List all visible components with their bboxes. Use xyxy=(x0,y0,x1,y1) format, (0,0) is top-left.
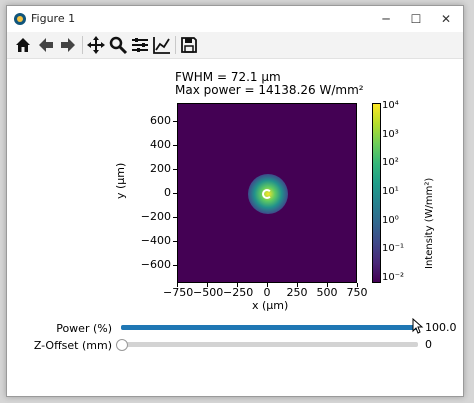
y-tick-mark xyxy=(173,217,177,218)
colorbar-tick-label: 10⁻¹ xyxy=(382,243,405,255)
x-tick-mark xyxy=(237,283,238,287)
x-tick-mark xyxy=(357,283,358,287)
close-button[interactable]: ✕ xyxy=(431,6,461,32)
power-slider[interactable] xyxy=(121,325,418,330)
window-title: Figure 1 xyxy=(31,12,76,25)
x-tick-label: 0 xyxy=(263,286,271,299)
y-tick-mark xyxy=(173,241,177,242)
zoffset-slider-label: Z-Offset (mm) xyxy=(33,339,112,352)
colorbar-tick-label: 10⁻² xyxy=(382,272,405,283)
y-tick-mark xyxy=(173,265,177,266)
x-tick-mark xyxy=(297,283,298,287)
zoom-icon[interactable] xyxy=(108,35,128,55)
power-slider-value: 100.0 xyxy=(425,321,457,334)
y-tick-label: 0 xyxy=(164,186,171,199)
y-tick-mark xyxy=(173,169,177,170)
mouse-cursor-icon xyxy=(412,318,424,334)
colorbar-tick-label: 10² xyxy=(382,157,399,169)
y-tick-label: 200 xyxy=(150,162,171,175)
beam-center-ring xyxy=(262,189,272,199)
x-tick-label: −750 xyxy=(163,286,194,299)
configure-subplots-icon[interactable] xyxy=(130,35,150,55)
matplotlib-app-icon xyxy=(14,13,26,25)
x-tick-label: 500 xyxy=(316,286,338,299)
y-tick-label: 600 xyxy=(150,114,171,127)
zoffset-slider-knob[interactable] xyxy=(116,339,128,351)
x-tick-label: 750 xyxy=(346,286,368,299)
x-tick-label: 250 xyxy=(286,286,308,299)
figure-window: Figure 1 ─ ☐ ✕ FWHM = 72.1 µm Max power … xyxy=(6,5,464,397)
x-tick-label: −500 xyxy=(193,286,224,299)
plot-title-fwhm: FWHM = 72.1 µm xyxy=(175,70,281,84)
zoffset-slider[interactable] xyxy=(121,342,418,347)
x-tick-label: −250 xyxy=(223,286,254,299)
navigation-toolbar xyxy=(7,32,463,59)
toolbar-separator xyxy=(82,36,83,54)
power-slider-label: Power (%) xyxy=(56,322,112,335)
maximize-button[interactable]: ☐ xyxy=(401,6,431,32)
colorbar-tick-label: 10¹ xyxy=(382,186,399,197)
x-tick-mark xyxy=(207,283,208,287)
toolbar-separator xyxy=(175,36,176,54)
y-tick-label: −600 xyxy=(140,258,171,271)
y-tick-mark xyxy=(173,193,177,194)
title-bar: Figure 1 ─ ☐ ✕ xyxy=(7,6,463,33)
y-tick-mark xyxy=(173,121,177,122)
colorbar xyxy=(372,103,381,283)
power-slider-fill xyxy=(121,325,418,330)
save-icon[interactable] xyxy=(179,35,199,55)
colorbar-tick-label: 10³ xyxy=(382,128,399,140)
y-tick-label: 400 xyxy=(150,138,171,151)
y-tick-mark xyxy=(173,145,177,146)
pan-icon[interactable] xyxy=(86,35,106,55)
x-axis-label: x (µm) xyxy=(252,299,289,312)
x-tick-mark xyxy=(327,283,328,287)
colorbar-label: Intensity (W/mm²) xyxy=(424,177,435,269)
y-tick-label: −200 xyxy=(140,210,171,223)
edit-axis-icon[interactable] xyxy=(152,35,172,55)
minimize-button[interactable]: ─ xyxy=(371,6,401,32)
plot-title-max-power: Max power = 14138.26 W/mm² xyxy=(175,83,364,97)
figure-canvas: FWHM = 72.1 µm Max power = 14138.26 W/mm… xyxy=(7,59,463,396)
colorbar-tick-label: 10⁴ xyxy=(382,100,399,111)
forward-arrow-icon[interactable] xyxy=(58,35,78,55)
zoffset-slider-value: 0 xyxy=(425,338,432,351)
x-tick-mark xyxy=(267,283,268,287)
y-tick-label: −400 xyxy=(140,234,171,247)
home-icon[interactable] xyxy=(13,35,33,55)
colorbar-tick-label: 10⁰ xyxy=(382,214,399,226)
heatmap-axes[interactable] xyxy=(177,103,357,283)
y-axis-label: y (µm) xyxy=(114,162,127,199)
x-tick-mark xyxy=(177,283,178,287)
back-arrow-icon[interactable] xyxy=(36,35,56,55)
